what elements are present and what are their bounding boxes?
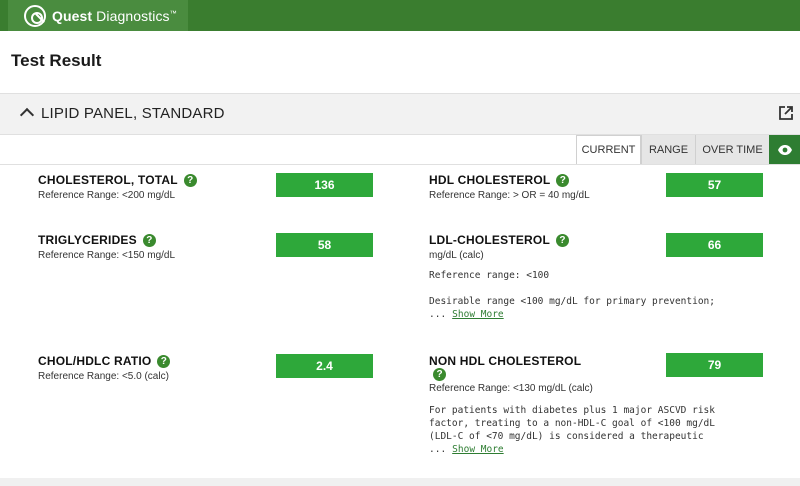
quest-logo-icon [24, 4, 46, 27]
tab-range[interactable]: RANGE [641, 135, 695, 164]
ldl-note-reference: Reference range: <100 [429, 270, 550, 281]
brand-logo-area[interactable]: Quest Diagnostics™ [8, 0, 188, 31]
help-icon[interactable]: ? [183, 174, 197, 188]
reference-range: Reference Range: <130 mg/dL (calc) [429, 383, 593, 394]
non-hdl-note-line: factor, treating to a non-HDL-C goal of … [429, 418, 715, 429]
reference-range: Reference Range: <200 mg/dL [38, 190, 176, 201]
result-value-triglycerides: 58 [276, 233, 373, 257]
result-value-cholesterol-total: 136 [276, 173, 373, 197]
result-name-chol-hdlc-ratio: CHOL/HDLC RATIO? [38, 354, 171, 369]
view-tabs: CURRENT RANGE OVER TIME [576, 135, 800, 164]
tab-current[interactable]: CURRENT [576, 135, 641, 164]
result-value-hdl: 57 [666, 173, 763, 197]
reference-range: Reference Range: > OR = 40 mg/dL [429, 190, 590, 201]
result-value-chol-hdlc-ratio: 2.4 [276, 354, 373, 378]
page-title: Test Result [11, 51, 102, 70]
eye-toggle-button[interactable] [769, 135, 800, 164]
divider [0, 164, 800, 165]
help-icon[interactable]: ? [433, 368, 446, 381]
eye-icon [778, 144, 792, 155]
result-name-hdl: HDL CHOLESTEROL? [429, 173, 570, 188]
panel-header[interactable]: LIPID PANEL, STANDARD [0, 93, 800, 135]
chevron-up-icon[interactable] [19, 107, 35, 123]
show-more-link[interactable]: Show More [452, 444, 503, 455]
ldl-note-desirable: Desirable range <100 mg/dL for primary p… [429, 296, 715, 307]
non-hdl-note-more: ... Show More [429, 444, 504, 455]
result-value-non-hdl: 79 [666, 353, 763, 377]
tab-over-time[interactable]: OVER TIME [695, 135, 769, 164]
help-icon[interactable]: ? [142, 234, 156, 248]
help-icon[interactable]: ? [556, 234, 569, 248]
result-name-non-hdl: NON HDL CHOLESTEROL [429, 354, 582, 368]
help-icon[interactable]: ? [556, 174, 570, 188]
reference-range: Reference Range: <150 mg/dL [38, 250, 176, 261]
reference-range: Reference Range: <5.0 (calc) [38, 371, 169, 382]
help-icon[interactable]: ? [157, 355, 171, 369]
brand-name: Quest Diagnostics™ [52, 7, 177, 24]
result-value-ldl: 66 [666, 233, 763, 257]
show-more-link[interactable]: Show More [452, 309, 503, 320]
top-bar: Quest Diagnostics™ [0, 0, 800, 31]
non-hdl-note-line: (LDL-C of <70 mg/dL) is considered a the… [429, 431, 704, 442]
result-name-triglycerides: TRIGLYCERIDES? [38, 233, 156, 248]
ldl-note-more: ... Show More [429, 309, 504, 320]
non-hdl-note-line: For patients with diabetes plus 1 major … [429, 405, 715, 416]
ldl-unit: mg/dL (calc) [429, 250, 484, 261]
panel-title: LIPID PANEL, STANDARD [41, 105, 225, 122]
result-name-ldl: LDL-CHOLESTEROL? [429, 233, 569, 248]
result-name-cholesterol-total: CHOLESTEROL, TOTAL? [38, 173, 197, 188]
open-external-icon[interactable] [778, 105, 794, 121]
footer-strip [0, 478, 800, 486]
